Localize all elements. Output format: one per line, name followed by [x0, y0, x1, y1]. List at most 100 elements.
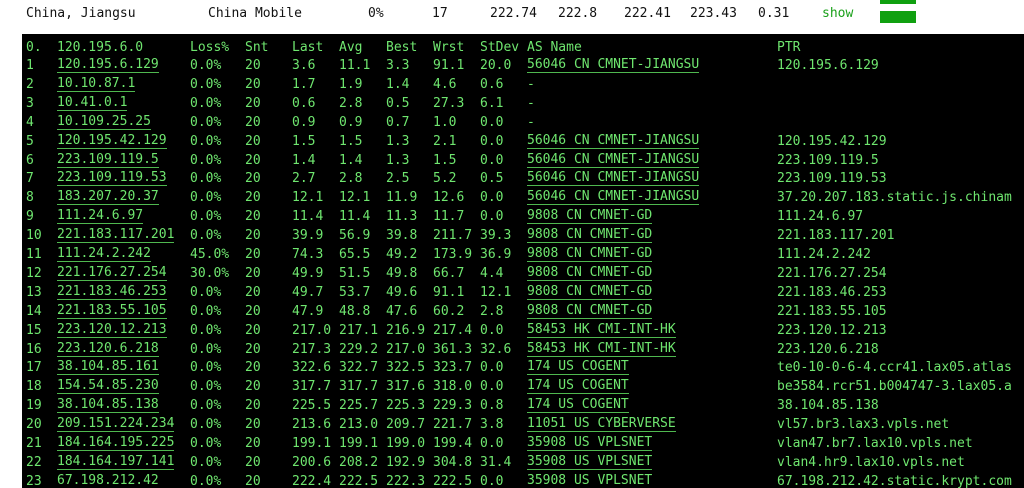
hop-last: 200.6: [292, 454, 332, 470]
table-row: 4 10.109.25.25 0.0% 20 0.9 0.9 0.7 1.0 0.0 -: [22, 114, 1024, 132]
hop-host[interactable]: 38.104.85.138: [57, 397, 159, 414]
hop-avg: 217.1: [339, 322, 379, 338]
hop-as-name: -: [527, 76, 535, 92]
hop-as-name[interactable]: 9808 CN CMNET-GD: [527, 208, 653, 225]
summary-best: 222.41: [624, 6, 671, 21]
table-row: 10 221.183.117.201 0.0% 20 39.9 56.9 39.8 211.7…: [22, 227, 1024, 245]
hop-as-name[interactable]: 174 US COGENT: [527, 378, 629, 395]
hop-host[interactable]: 221.176.27.254: [57, 265, 167, 281]
hop-as-name[interactable]: 9808 CN CMNET-GD: [527, 303, 653, 319]
hop-host[interactable]: 221.183.55.105: [57, 303, 167, 319]
table-row: 17 38.104.85.161 0.0% 20 322.6 322.7 322.5 323.…: [22, 359, 1024, 377]
hop-loss: 0.0%: [190, 171, 222, 187]
hop-avg: 1.4: [339, 152, 363, 168]
hop-ptr: vl57.br3.lax3.vpls.net: [777, 417, 950, 433]
hop-last: 12.1: [292, 190, 324, 206]
summary-isp: China Mobile: [208, 6, 302, 21]
hop-as-name[interactable]: 11051 US CYBERVERSE: [527, 416, 676, 433]
hop-stdev: 0.0: [480, 114, 504, 130]
header-last: Last: [292, 40, 324, 55]
latency-bar-top: [880, 0, 916, 4]
hop-host[interactable]: 10.109.25.25: [57, 114, 151, 130]
hop-host[interactable]: 10.41.0.1: [57, 95, 128, 111]
table-row: 22 184.164.197.141 0.0% 20 200.6 208.2 192.9 30…: [22, 454, 1024, 472]
hop-host[interactable]: 223.120.12.213: [57, 322, 167, 338]
hop-stdev: 32.6: [480, 341, 512, 357]
hop-as-name[interactable]: 56046 CN CMNET-JIANGSU: [527, 57, 700, 73]
hop-number: 12: [26, 265, 42, 281]
hop-loss: 0.0%: [190, 417, 222, 433]
hop-host[interactable]: 154.54.85.230: [57, 378, 159, 395]
hop-as-name[interactable]: 35908 US VPLSNET: [527, 435, 653, 451]
hop-snt: 20: [245, 190, 261, 206]
hop-as-name[interactable]: 56046 CN CMNET-JIANGSU: [527, 152, 700, 168]
hop-as-name[interactable]: 9808 CN CMNET-GD: [527, 246, 653, 262]
hop-last: 49.9: [292, 265, 324, 281]
hop-host[interactable]: 209.151.224.234: [57, 416, 175, 433]
hop-last: 0.9: [292, 114, 316, 130]
show-link[interactable]: show: [822, 6, 853, 21]
hop-stdev: 2.8: [480, 303, 504, 319]
hop-best: 199.0: [386, 436, 426, 451]
hop-ptr: 221.183.46.253: [777, 284, 887, 300]
hop-wrst: 217.4: [433, 322, 473, 338]
hop-as-name[interactable]: 56046 CN CMNET-JIANGSU: [527, 189, 700, 206]
hop-host[interactable]: 223.109.119.5: [57, 152, 159, 168]
hop-best: 0.5: [386, 95, 410, 111]
hop-snt: 20: [245, 247, 261, 262]
latency-bar: [880, 11, 916, 23]
hop-as-name[interactable]: 9808 CN CMNET-GD: [527, 265, 653, 281]
table-row: 13 221.183.46.253 0.0% 20 49.7 53.7 49.6 91.1 12…: [22, 284, 1024, 302]
hop-loss: 0.0%: [190, 152, 222, 168]
hop-snt: 20: [245, 284, 261, 300]
hop-snt: 20: [245, 133, 261, 149]
hop-host[interactable]: 184.164.197.141: [57, 454, 175, 470]
hop-as-name[interactable]: 58453 HK CMI-INT-HK: [527, 322, 676, 338]
hop-best: 49.6: [386, 284, 418, 300]
hop-host[interactable]: 221.183.117.201: [57, 227, 175, 244]
hop-avg: 0.9: [339, 114, 363, 130]
header-best: Best: [386, 40, 418, 55]
hop-host[interactable]: 111.24.2.242: [57, 246, 151, 262]
hop-snt: 20: [245, 58, 261, 73]
hop-host[interactable]: 38.104.85.161: [57, 359, 159, 376]
hop-best: 322.5: [386, 360, 426, 376]
hop-snt: 20: [245, 473, 261, 488]
header-avg: Avg: [339, 40, 363, 55]
hop-best: 217.0: [386, 341, 426, 357]
hop-last: 2.7: [292, 171, 316, 187]
table-row: 18 154.54.85.230 0.0% 20 317.7 317.7 317.6 318.…: [22, 378, 1024, 396]
hop-avg: 213.0: [339, 417, 379, 433]
hop-number: 23: [26, 473, 42, 488]
hop-as-name[interactable]: 56046 CN CMNET-JIANGSU: [527, 170, 700, 187]
hop-last: 217.0: [292, 322, 332, 338]
hop-as-name[interactable]: 9808 CN CMNET-GD: [527, 284, 653, 300]
hop-host[interactable]: 10.10.87.1: [57, 76, 136, 92]
hop-stdev: 0.0: [480, 152, 504, 168]
hop-host[interactable]: 183.207.20.37: [57, 189, 159, 206]
hop-host[interactable]: 221.183.46.253: [57, 284, 167, 300]
summary-stdev: 0.31: [758, 6, 790, 21]
table-row: 8 183.207.20.37 0.0% 20 12.1 12.1 11.9 12.6 0.0 5…: [22, 189, 1024, 207]
hop-ptr: 111.24.2.242: [777, 247, 871, 262]
hop-host[interactable]: 223.120.6.218: [57, 341, 159, 357]
hop-host[interactable]: 223.109.119.53: [57, 170, 167, 187]
hop-host[interactable]: 111.24.6.97: [57, 208, 144, 225]
hop-avg: 48.8: [339, 303, 371, 319]
hop-host[interactable]: 67.198.212.42: [57, 473, 159, 488]
hop-host[interactable]: 120.195.42.129: [57, 133, 167, 149]
hop-host[interactable]: 120.195.6.129: [57, 57, 159, 73]
hop-as-name[interactable]: 174 US COGENT: [527, 397, 629, 414]
hop-as-name[interactable]: 174 US COGENT: [527, 359, 629, 376]
header-host: 120.195.6.0: [57, 40, 144, 55]
hop-as-name[interactable]: 56046 CN CMNET-JIANGSU: [527, 133, 700, 149]
hop-as-name[interactable]: 9808 CN CMNET-GD: [527, 227, 653, 244]
hop-stdev: 0.0: [480, 190, 504, 206]
hop-host[interactable]: 184.164.195.225: [57, 435, 175, 451]
hop-as-name[interactable]: 35908 US VPLSNET: [527, 473, 653, 488]
hop-last: 322.6: [292, 360, 332, 376]
table-row: 15 223.120.12.213 0.0% 20 217.0 217.1 216.9 217…: [22, 322, 1024, 340]
hop-as-name[interactable]: 35908 US VPLSNET: [527, 454, 653, 470]
hop-as-name[interactable]: 58453 HK CMI-INT-HK: [527, 341, 676, 357]
hop-best: 216.9: [386, 322, 426, 338]
